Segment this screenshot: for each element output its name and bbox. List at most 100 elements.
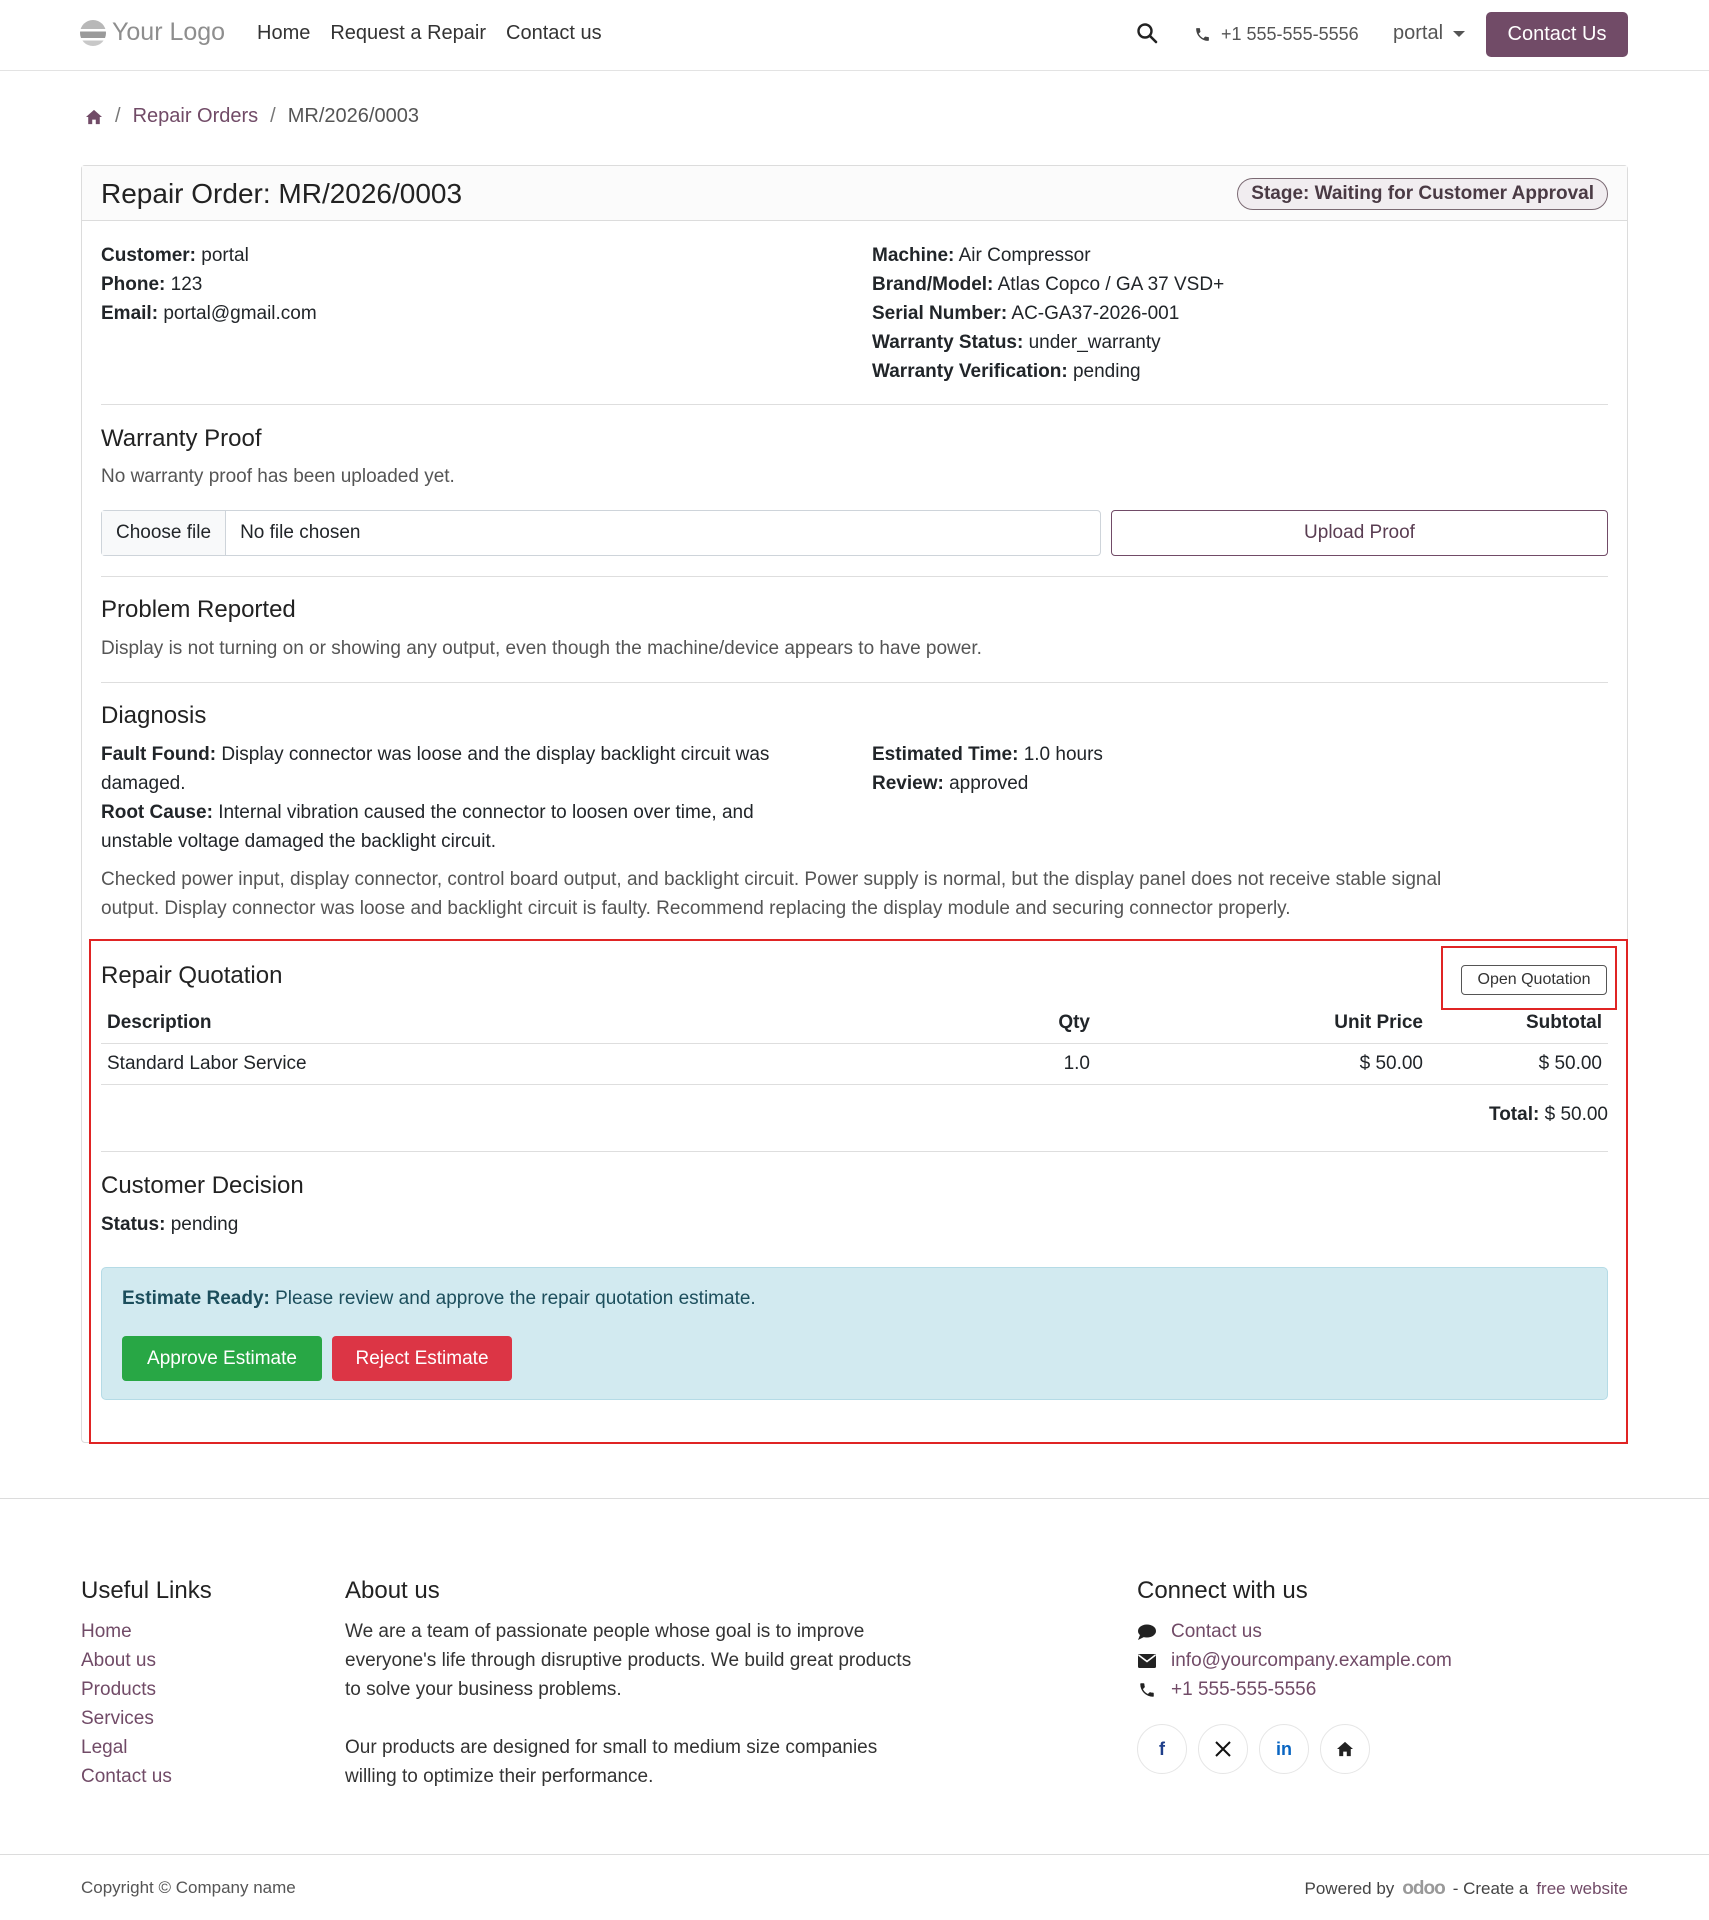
col-description: Description xyxy=(107,1012,212,1033)
warranty-proof-title: Warranty Proof xyxy=(101,425,262,452)
footer-link-legal[interactable]: Legal xyxy=(81,1733,172,1762)
divider xyxy=(101,1151,1608,1152)
review-label: Review: xyxy=(872,773,944,794)
footer-link-contact[interactable]: Contact us xyxy=(81,1762,172,1791)
machine-value: Air Compressor xyxy=(958,245,1091,266)
nav-request-repair[interactable]: Request a Repair xyxy=(330,22,486,45)
odoo-logo[interactable]: odoo xyxy=(1402,1878,1445,1900)
about-line: We are a team of passionate people whose… xyxy=(345,1621,865,1642)
user-menu[interactable]: portal xyxy=(1393,22,1466,45)
decision-status-label: Status: xyxy=(101,1214,166,1235)
comment-icon xyxy=(1138,1624,1156,1640)
alert-text: Please review and approve the repair quo… xyxy=(275,1288,756,1309)
about-us-text: We are a team of passionate people whose… xyxy=(345,1617,985,1791)
reject-estimate-button[interactable]: Reject Estimate xyxy=(332,1336,512,1381)
footer-link-services[interactable]: Services xyxy=(81,1704,172,1733)
diagnosis-details: Fault Found: Display connector was loose… xyxy=(101,740,841,856)
header-phone[interactable]: +1 555-555-5556 xyxy=(1194,24,1359,45)
copyright-bar: Copyright © Company name Powered by odoo… xyxy=(0,1854,1709,1920)
user-name: portal xyxy=(1393,22,1444,44)
choose-file-button[interactable]: Choose file xyxy=(102,511,227,555)
page-title: Repair Order: MR/2026/0003 xyxy=(101,178,463,209)
about-line: Our products are designed for small to m… xyxy=(345,1737,878,1758)
warranty-status-value: under_warranty xyxy=(1028,332,1161,353)
approve-estimate-button[interactable]: Approve Estimate xyxy=(122,1336,322,1381)
breadcrumb-repair-orders[interactable]: Repair Orders xyxy=(133,105,259,128)
about-line: everyone's life through disruptive produ… xyxy=(345,1650,912,1671)
brand-label: Brand/Model: xyxy=(872,274,994,295)
contact-us-button[interactable]: Contact Us xyxy=(1486,12,1628,57)
breadcrumb-current: MR/2026/0003 xyxy=(287,105,419,127)
about-us-title: About us xyxy=(345,1577,440,1604)
main-nav: Home Request a Repair Contact us xyxy=(257,22,602,45)
warranty-file-input[interactable]: Choose file No file chosen xyxy=(101,510,1101,556)
root-cause-line2: unstable voltage damaged the backlight c… xyxy=(101,831,497,852)
row-description: Standard Labor Service xyxy=(107,1053,307,1074)
decision-status-value: pending xyxy=(170,1214,239,1235)
root-cause-line1: Internal vibration caused the connector … xyxy=(218,802,754,823)
breadcrumb: / Repair Orders / MR/2026/0003 xyxy=(85,105,419,128)
breadcrumb-separator: / xyxy=(115,105,121,127)
footer-link-home[interactable]: Home xyxy=(81,1617,172,1646)
repair-quotation-title: Repair Quotation xyxy=(101,962,283,989)
decision-status: Status: pending xyxy=(101,1210,238,1239)
warranty-status-label: Warranty Status: xyxy=(872,332,1024,353)
useful-links: Home About us Products Services Legal Co… xyxy=(81,1617,172,1791)
facebook-icon[interactable]: f xyxy=(1137,1724,1187,1774)
x-icon[interactable] xyxy=(1198,1724,1248,1774)
col-subtotal: Subtotal xyxy=(1526,1012,1602,1033)
connect-email-link[interactable]: info@yourcompany.example.com xyxy=(1171,1646,1452,1675)
no-file-chosen: No file chosen xyxy=(240,522,361,543)
customer-value: portal xyxy=(201,245,249,266)
site-logo[interactable]: Your Logo xyxy=(80,18,225,47)
col-unit-price: Unit Price xyxy=(1334,1012,1423,1033)
diagnosis-notes-line2: output. Display connector was loose and … xyxy=(101,898,1291,919)
home-icon[interactable] xyxy=(85,109,103,125)
total-label: Total: xyxy=(1489,1104,1540,1125)
email-label: Email: xyxy=(101,303,159,324)
connect-contact-link[interactable]: Contact us xyxy=(1171,1617,1262,1646)
footer-link-products[interactable]: Products xyxy=(81,1675,172,1704)
site-footer: Useful Links Home About us Products Serv… xyxy=(0,1498,1709,1854)
connect-title: Connect with us xyxy=(1137,1577,1308,1604)
linkedin-icon[interactable]: in xyxy=(1259,1724,1309,1774)
alert-message: Estimate Ready: Please review and approv… xyxy=(122,1288,756,1310)
powered-by-label: Powered by xyxy=(1304,1879,1395,1898)
machine-label: Machine: xyxy=(872,245,955,266)
stage-badge: Stage: Waiting for Customer Approval xyxy=(1237,178,1608,210)
social-links: f in xyxy=(1137,1724,1370,1774)
nav-contact-us[interactable]: Contact us xyxy=(506,22,602,45)
estimated-time-value: 1.0 hours xyxy=(1023,744,1103,765)
warranty-proof-note: No warranty proof has been uploaded yet. xyxy=(101,466,455,487)
brand-value: Atlas Copco / GA 37 VSD+ xyxy=(997,274,1225,295)
breadcrumb-separator: / xyxy=(270,105,276,127)
phone-label: Phone: xyxy=(101,274,166,295)
header-phone-number: +1 555-555-5556 xyxy=(1221,24,1359,44)
col-qty: Qty xyxy=(1058,1012,1090,1033)
free-website-link[interactable]: free website xyxy=(1536,1879,1628,1899)
phone-value: 123 xyxy=(170,274,203,295)
diagnosis-title: Diagnosis xyxy=(101,702,207,729)
review-value: approved xyxy=(949,773,1029,794)
nav-home[interactable]: Home xyxy=(257,22,310,45)
home-icon[interactable] xyxy=(1320,1724,1370,1774)
create-a-label: - Create a xyxy=(1452,1879,1529,1898)
serial-value: AC-GA37-2026-001 xyxy=(1011,303,1180,324)
problem-reported-title: Problem Reported xyxy=(101,596,296,623)
customer-decision-title: Customer Decision xyxy=(101,1172,304,1199)
search-icon[interactable] xyxy=(1136,22,1158,44)
quotation-table: Description Qty Unit Price Subtotal Stan… xyxy=(101,1003,1608,1085)
chevron-down-icon xyxy=(1453,30,1466,37)
phone-icon xyxy=(1196,28,1209,41)
x-logo-icon xyxy=(1215,1741,1231,1757)
open-quotation-button[interactable]: Open Quotation xyxy=(1461,965,1607,995)
quotation-total: Total: $ 50.00 xyxy=(1489,1104,1608,1126)
copyright-text: Copyright © Company name xyxy=(81,1878,296,1897)
footer-link-about[interactable]: About us xyxy=(81,1646,172,1675)
about-line: to solve your business problems. xyxy=(345,1679,622,1700)
connect-phone-link[interactable]: +1 555-555-5556 xyxy=(1171,1675,1316,1704)
row-unit-price: $ 50.00 xyxy=(1359,1053,1423,1074)
connect-list: Contact us info@yourcompany.example.com … xyxy=(1137,1617,1452,1704)
upload-proof-button[interactable]: Upload Proof xyxy=(1111,510,1608,556)
problem-reported-text: Display is not turning on or showing any… xyxy=(101,638,982,659)
